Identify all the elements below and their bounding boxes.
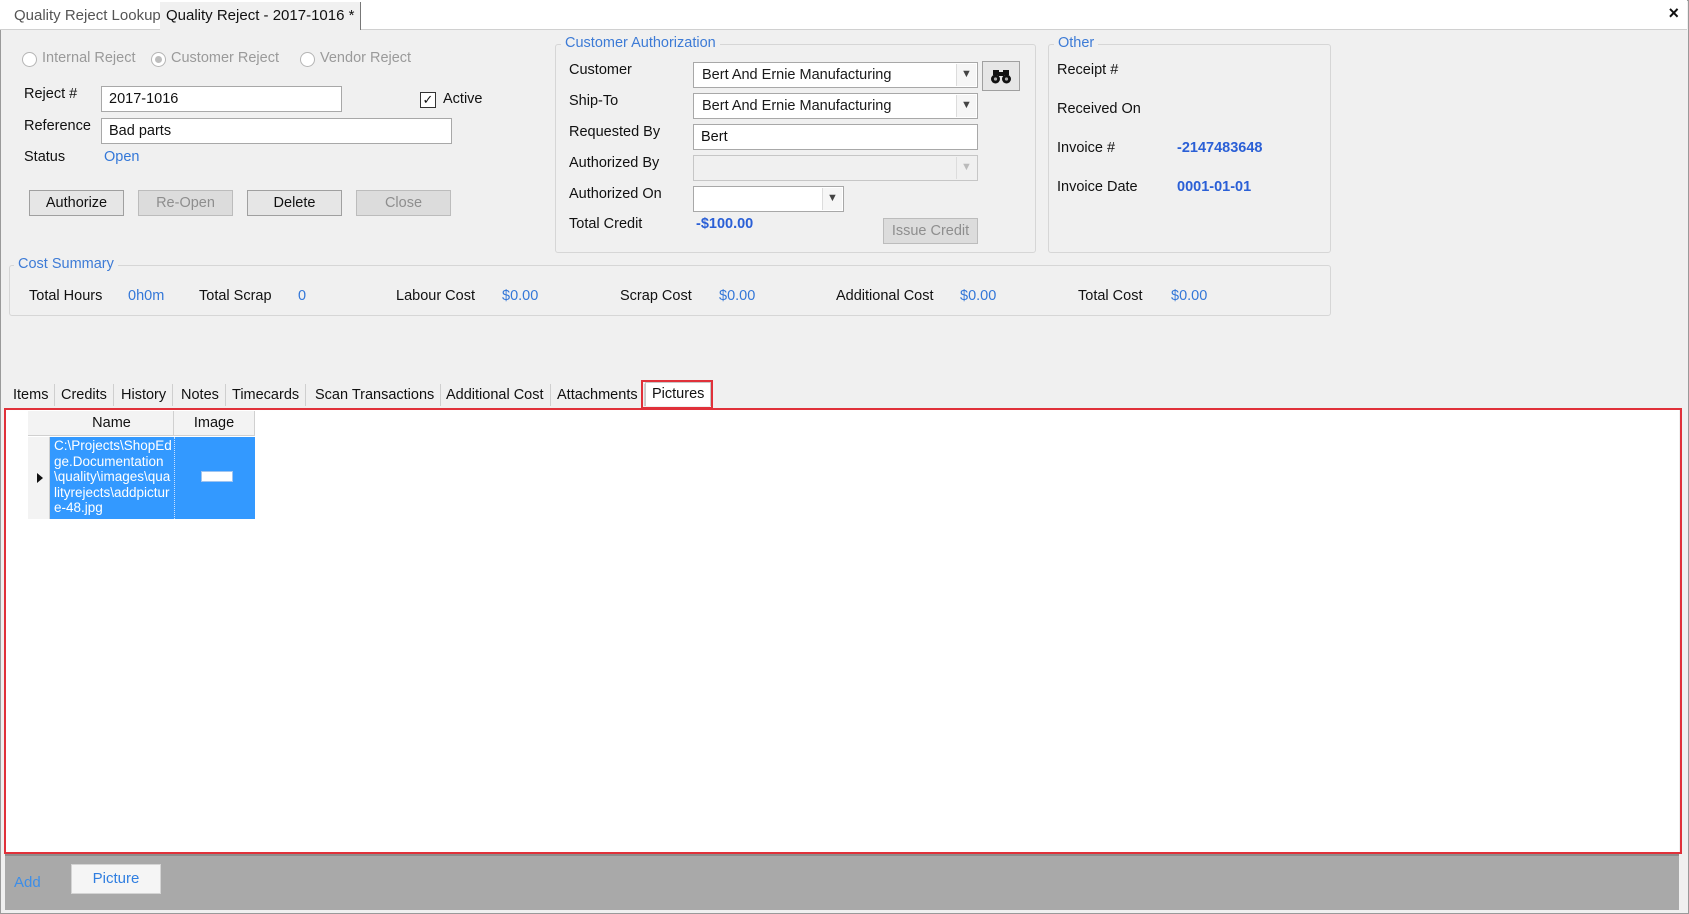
tab-credits[interactable]: Credits <box>55 384 114 406</box>
tab-history[interactable]: History <box>115 384 174 406</box>
authorized-on-date[interactable]: ▼ <box>693 186 844 212</box>
invoice-value: -2147483648 <box>1177 140 1263 156</box>
binoculars-icon <box>991 70 1011 84</box>
active-checkbox[interactable]: ✓ <box>420 92 436 108</box>
close-button[interactable]: Close <box>356 190 451 216</box>
authorize-button[interactable]: Authorize <box>29 190 124 216</box>
requested-by-label: Requested By <box>569 124 661 140</box>
tab-quality-reject-current[interactable]: Quality Reject - 2017-1016 * <box>160 2 362 30</box>
labour-cost-value: $0.00 <box>502 288 539 304</box>
reference-label: Reference <box>24 118 91 134</box>
reference-field[interactable]: Bad parts <box>101 118 452 144</box>
chevron-down-icon[interactable]: ▼ <box>956 95 976 117</box>
tab-attachments[interactable]: Attachments <box>551 384 645 406</box>
authorized-on-label: Authorized On <box>569 186 662 202</box>
add-label: Add <box>14 874 41 891</box>
invoice-date-value: 0001-01-01 <box>1177 179 1252 195</box>
tab-items[interactable]: Items <box>7 384 56 406</box>
status-value: Open <box>104 149 140 165</box>
radio-vendor-reject-label: Vendor Reject <box>320 50 412 66</box>
reject-number-field[interactable]: 2017-1016 <box>101 86 342 112</box>
add-picture-button[interactable]: Picture <box>71 864 161 894</box>
customer-select[interactable]: Bert And Ernie Manufacturing ▼ <box>693 62 978 88</box>
pictures-tab-highlight <box>641 380 713 409</box>
invoice-label: Invoice # <box>1057 140 1116 156</box>
chevron-down-icon[interactable]: ▼ <box>822 188 842 210</box>
close-icon[interactable]: × <box>1668 3 1679 24</box>
cost-summary-title: Cost Summary <box>14 256 118 272</box>
invoice-date-label: Invoice Date <box>1057 179 1138 195</box>
panel-highlight <box>4 408 1682 854</box>
authorized-by-select[interactable]: ▼ <box>693 155 978 181</box>
received-on-label: Received On <box>1057 101 1141 117</box>
customer-select-value: Bert And Ernie Manufacturing <box>702 67 892 83</box>
chevron-down-icon[interactable]: ▼ <box>956 64 976 86</box>
chevron-down-icon[interactable]: ▼ <box>956 157 976 179</box>
total-hours-label: Total Hours <box>29 288 103 304</box>
shipto-select-value: Bert And Ernie Manufacturing <box>702 98 892 114</box>
radio-customer-reject[interactable] <box>151 52 166 67</box>
total-hours-value: 0h0m <box>128 288 165 304</box>
total-credit-value: -$100.00 <box>696 216 754 232</box>
scrap-cost-label: Scrap Cost <box>620 288 692 304</box>
additional-cost-value: $0.00 <box>960 288 997 304</box>
total-scrap-value: 0 <box>298 288 307 304</box>
reject-number-label: Reject # <box>24 86 78 102</box>
bottom-toolbar <box>5 854 1679 910</box>
shipto-label: Ship-To <box>569 93 619 109</box>
requested-by-field[interactable]: Bert <box>693 124 978 150</box>
active-label: Active <box>443 91 483 107</box>
scrap-cost-value: $0.00 <box>719 288 756 304</box>
customer-label: Customer <box>569 62 632 78</box>
reopen-button[interactable]: Re-Open <box>138 190 233 216</box>
tab-quality-reject-lookup[interactable]: Quality Reject Lookup <box>8 2 167 30</box>
shipto-select[interactable]: Bert And Ernie Manufacturing ▼ <box>693 93 978 119</box>
radio-customer-reject-label: Customer Reject <box>171 50 279 66</box>
total-scrap-label: Total Scrap <box>199 288 272 304</box>
other-title: Other <box>1054 35 1099 51</box>
radio-internal-reject[interactable] <box>22 52 37 67</box>
additional-cost-label: Additional Cost <box>836 288 934 304</box>
labour-cost-label: Labour Cost <box>396 288 475 304</box>
tab-timecards[interactable]: Timecards <box>226 384 307 406</box>
status-label: Status <box>24 149 66 165</box>
customer-authorization-title: Customer Authorization <box>561 35 720 51</box>
total-credit-label: Total Credit <box>569 216 643 232</box>
total-cost-label: Total Cost <box>1078 288 1143 304</box>
issue-credit-button[interactable]: Issue Credit <box>883 218 978 244</box>
tab-scan-transactions[interactable]: Scan Transactions <box>309 384 442 406</box>
radio-internal-reject-label: Internal Reject <box>42 50 136 66</box>
radio-vendor-reject[interactable] <box>300 52 315 67</box>
authorized-by-label: Authorized By <box>569 155 660 171</box>
tab-additional-cost[interactable]: Additional Cost <box>440 384 551 406</box>
receipt-label: Receipt # <box>1057 62 1119 78</box>
tab-notes[interactable]: Notes <box>175 384 226 406</box>
document-tab-strip: Quality Reject Lookup Quality Reject - 2… <box>0 0 1687 30</box>
customer-search-button[interactable] <box>982 61 1020 91</box>
total-cost-value: $0.00 <box>1171 288 1208 304</box>
delete-button[interactable]: Delete <box>247 190 342 216</box>
